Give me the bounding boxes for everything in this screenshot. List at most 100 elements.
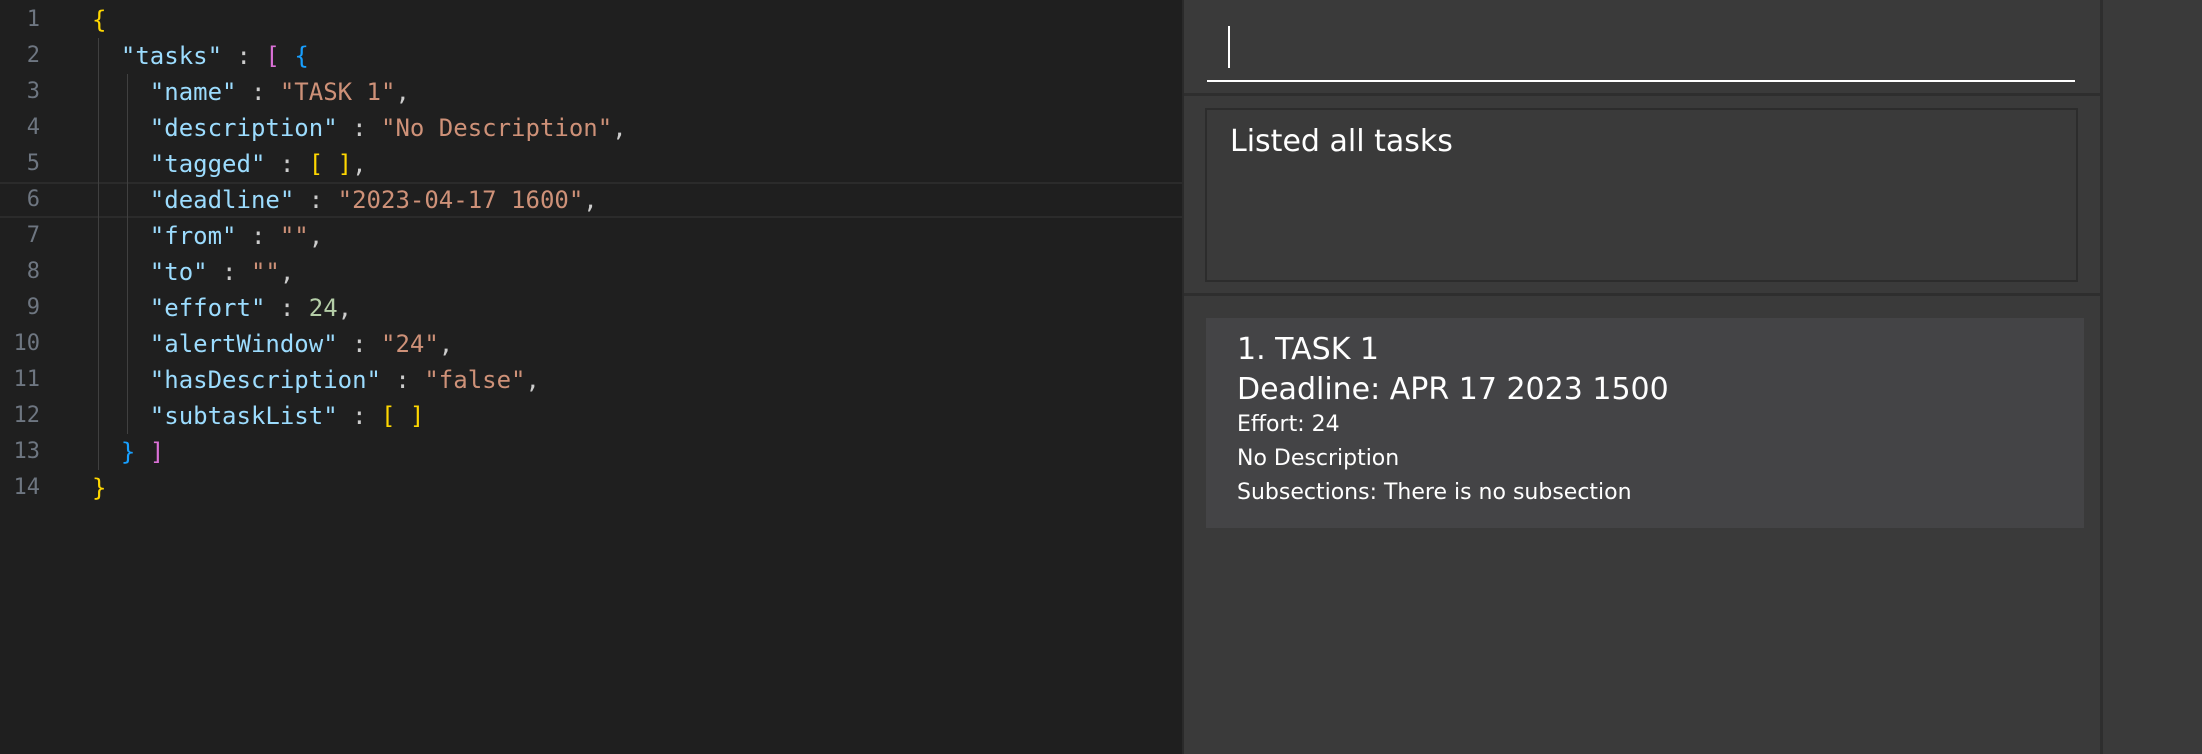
code-token: , (395, 78, 410, 106)
code-text: "tasks" : [ { (92, 38, 309, 74)
indent-guide (98, 38, 99, 470)
code-token: "" (250, 258, 280, 286)
task-title: 1. TASK 1 (1237, 332, 1380, 367)
code-line[interactable]: 10 "alertWindow" : "24", (0, 326, 1182, 362)
code-text: { (92, 2, 106, 38)
line-number: 2 (26, 43, 40, 68)
code-line[interactable]: 6 "deadline" : "2023-04-17 1600", (0, 182, 1182, 218)
code-token: , (308, 222, 324, 250)
line-number: 12 (13, 403, 41, 428)
code-text: "effort" : 24, (92, 290, 352, 326)
code-token: "tagged" (149, 150, 266, 178)
code-line[interactable]: 11 "hasDescription" : "false", (0, 362, 1182, 398)
task-description: No Description (1237, 446, 1400, 471)
text-caret (1228, 26, 1230, 68)
code-line[interactable]: 12 "subtaskList" : [ ] (0, 398, 1182, 434)
code-line[interactable]: 2 "tasks" : [ { (0, 38, 1182, 74)
code-token: "TASK 1" (279, 78, 396, 106)
code-token: : (337, 114, 381, 142)
code-token: ] (149, 438, 165, 466)
line-number: 13 (13, 439, 41, 464)
code-text: "name" : "TASK 1", (92, 74, 410, 110)
code-line[interactable]: 8 "to" : "", (0, 254, 1182, 290)
code-token: "description" (149, 114, 338, 142)
result-message: Listed all tasks (1230, 124, 1453, 159)
code-token: , (279, 258, 295, 286)
code-token: : (236, 78, 280, 106)
code-token: , (438, 330, 454, 358)
indent-guide (127, 74, 128, 434)
code-line[interactable]: 9 "effort" : 24, (0, 290, 1182, 326)
code-line[interactable]: 7 "from" : "", (0, 218, 1182, 254)
code-text: "alertWindow" : "24", (92, 326, 453, 362)
code-line[interactable]: 5 "tagged" : [ ], (0, 146, 1182, 182)
result-display-section: Listed all tasks (1184, 96, 2100, 296)
line-number: 8 (26, 259, 40, 284)
code-token: "" (279, 222, 309, 250)
code-token: , (583, 186, 598, 214)
line-number: 9 (26, 295, 40, 320)
code-line[interactable]: 13 } ] (0, 434, 1182, 470)
line-number: 1 (26, 7, 40, 32)
result-display: Listed all tasks (1205, 108, 2078, 282)
task-deadline: Deadline: APR 17 2023 1500 (1237, 372, 1669, 407)
code-token: 24 (308, 294, 338, 322)
task-card[interactable]: 1. TASK 1 Deadline: APR 17 2023 1500 Eff… (1206, 318, 2084, 528)
line-number: 10 (13, 331, 41, 356)
code-token: , (525, 366, 540, 394)
line-number: 7 (26, 223, 40, 248)
code-token: { (92, 6, 107, 34)
code-token: "tasks" (120, 42, 223, 70)
code-line[interactable]: 1{ (0, 2, 1182, 38)
line-number: 5 (26, 151, 40, 176)
code-token: , (612, 114, 627, 142)
code-token: , (352, 150, 367, 178)
code-token: "hasDescription" (149, 366, 381, 394)
code-line[interactable]: 3 "name" : "TASK 1", (0, 74, 1182, 110)
code-token: , (337, 294, 353, 322)
code-token: "alertWindow" (149, 330, 338, 358)
code-token: "24" (381, 330, 439, 358)
task-subsections: Subsections: There is no subsection (1237, 480, 1632, 505)
code-token: : (222, 42, 266, 70)
code-token: "deadline" (149, 186, 295, 214)
code-line[interactable]: 14} (0, 470, 1182, 506)
code-token: "false" (424, 366, 526, 394)
code-token: "subtaskList" (149, 402, 338, 430)
code-token: } (92, 474, 107, 502)
command-box (1184, 0, 2100, 96)
code-token: [ ] (308, 150, 353, 178)
code-token: "effort" (149, 294, 266, 322)
code-line[interactable]: 4 "description" : "No Description", (0, 110, 1182, 146)
code-text: } (92, 470, 106, 506)
line-number: 4 (26, 115, 40, 140)
code-text: "subtaskList" : [ ] (92, 398, 425, 434)
code-text: "description" : "No Description", (92, 110, 627, 146)
line-number: 6 (26, 187, 40, 212)
code-token: : (236, 222, 280, 250)
line-number: 3 (26, 79, 40, 104)
code-token: "No Description" (381, 114, 613, 142)
code-token: "name" (149, 78, 237, 106)
code-token: : (337, 330, 381, 358)
code-text: "to" : "", (92, 254, 295, 290)
code-token: : (294, 186, 338, 214)
code-editor[interactable]: 1{2 "tasks" : [ {3 "name" : "TASK 1", 4 "… (0, 0, 1182, 754)
line-number: 11 (13, 367, 41, 392)
command-input[interactable] (1207, 18, 2075, 82)
code-token: "to" (149, 258, 208, 286)
